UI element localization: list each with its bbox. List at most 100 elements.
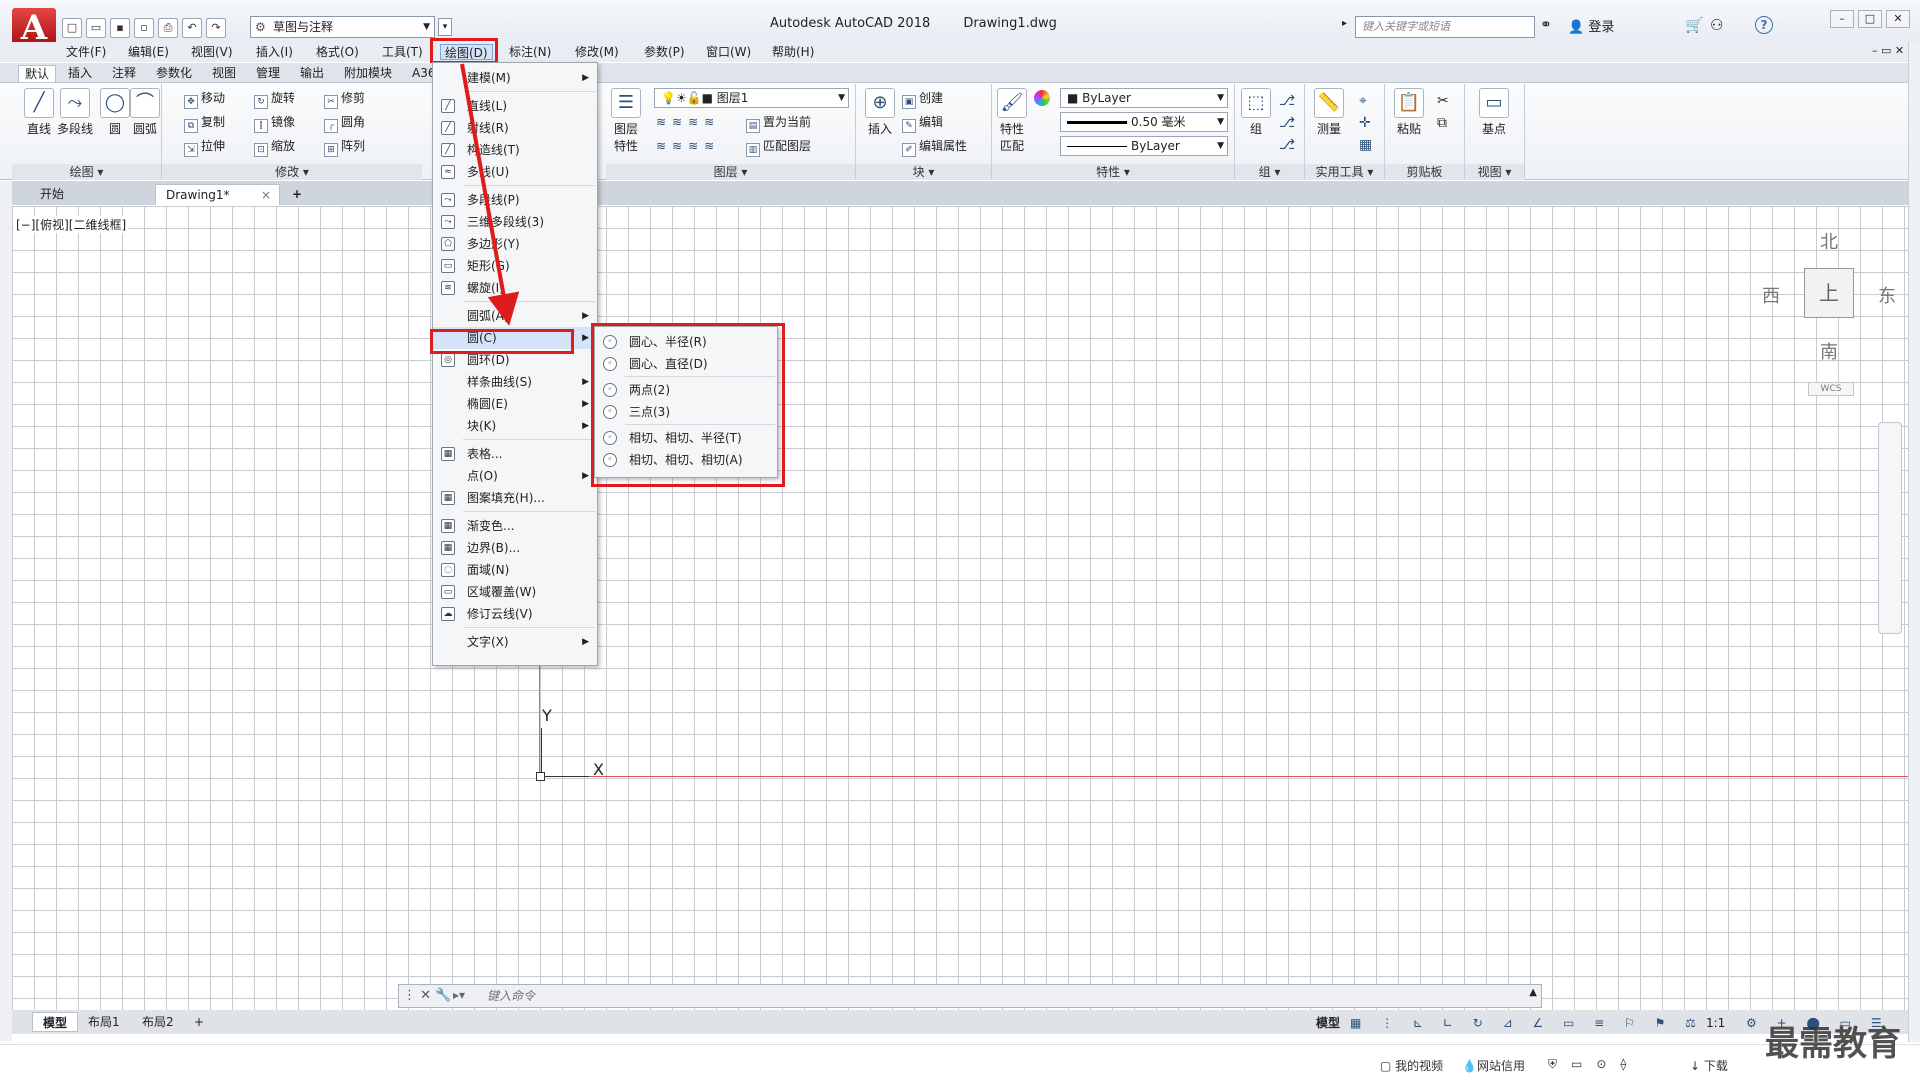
- lineweight-dropdown[interactable]: 0.50 毫米 ▼: [1060, 112, 1228, 132]
- add-tab-button[interactable]: +: [286, 184, 308, 205]
- open-file-icon[interactable]: ▭: [86, 18, 106, 38]
- viewcube[interactable]: 北 西 东 南 上 WCS: [1760, 224, 1896, 404]
- properties-panel-label[interactable]: 特性 ▾: [992, 164, 1234, 180]
- trim-button[interactable]: ✂ 修剪: [324, 88, 365, 109]
- maximize-button[interactable]: □: [1858, 10, 1882, 28]
- edit-attributes-button[interactable]: ✐ 编辑属性: [902, 136, 967, 157]
- stretch-button[interactable]: ⇲ 拉伸: [184, 136, 225, 157]
- draw-menu-item-block[interactable]: 块(K) ▶: [433, 415, 597, 437]
- draw-menu-item-3d-polyline[interactable]: ⤳ 三维多段线(3): [433, 211, 597, 233]
- ribbon-tab-insert[interactable]: 插入: [62, 65, 98, 81]
- edit-block-button[interactable]: ✎ 编辑: [902, 112, 943, 133]
- array-button[interactable]: ⊞ 阵列: [324, 136, 365, 157]
- ribbon-tab-home[interactable]: 默认: [18, 65, 57, 82]
- utilities-panel-label[interactable]: 实用工具 ▾: [1305, 164, 1384, 180]
- redo-icon[interactable]: ↷: [206, 18, 226, 38]
- tab-add-layout[interactable]: +: [184, 1012, 214, 1032]
- mirror-button[interactable]: ⫿ 镜像: [254, 112, 295, 133]
- menu-file[interactable]: 文件(F): [62, 44, 110, 60]
- draw-panel-label[interactable]: 绘图 ▾: [12, 164, 161, 180]
- help-icon[interactable]: ?: [1755, 16, 1773, 34]
- customize-qat-button[interactable]: ▾: [438, 18, 452, 36]
- browser-tool-icons[interactable]: ⛨▭⊙⟠: [1548, 1057, 1640, 1072]
- arc-button[interactable]: ⌒ 圆弧: [128, 88, 162, 137]
- model-space-button[interactable]: 模型: [1316, 1012, 1340, 1034]
- layer-tools-row-2[interactable]: ≋≋≋≋: [656, 136, 720, 156]
- ribbon-tab-view[interactable]: 视图: [206, 65, 242, 81]
- set-current-layer-button[interactable]: ▤ 置为当前: [746, 112, 811, 133]
- utility-tools-icons[interactable]: ⌖ ✛ ▦: [1359, 90, 1372, 156]
- command-line-tools-icons[interactable]: ⋮ ✕ 🔧: [403, 988, 451, 1003]
- minimize-button[interactable]: –: [1830, 10, 1854, 28]
- drawing-canvas[interactable]: [12, 206, 1908, 1010]
- menu-dimension[interactable]: 标注(N): [505, 44, 555, 60]
- viewcube-east[interactable]: 东: [1878, 282, 1896, 308]
- login-button[interactable]: 👤 登录: [1568, 16, 1614, 35]
- ribbon-tab-manage[interactable]: 管理: [250, 65, 286, 81]
- draw-menu-item-region[interactable]: ◌ 面域(N): [433, 559, 597, 581]
- block-panel-label[interactable]: 块 ▾: [856, 164, 991, 180]
- groups-panel-label[interactable]: 组 ▾: [1235, 164, 1304, 180]
- draw-menu-item-hatch[interactable]: ▦ 图案填充(H)...: [433, 487, 597, 509]
- draw-menu-item-rectangle[interactable]: ▭ 矩形(G): [433, 255, 597, 277]
- command-input[interactable]: [487, 987, 1527, 1005]
- search-input[interactable]: 键入关键字或短语: [1355, 16, 1535, 38]
- menu-format[interactable]: 格式(O): [312, 44, 363, 60]
- menu-insert[interactable]: 插入(I): [252, 44, 297, 60]
- search-expand-icon[interactable]: ▸: [1342, 18, 1347, 29]
- view-panel-label[interactable]: 视图 ▾: [1465, 164, 1524, 180]
- ribbon-tab-addins[interactable]: 附加模块: [338, 65, 398, 81]
- workspace-selector[interactable]: ⚙ 草图与注释 ▼: [250, 16, 435, 38]
- close-button[interactable]: ✕: [1886, 10, 1910, 28]
- draw-menu-item-polyline[interactable]: ⤳ 多段线(P): [433, 189, 597, 211]
- rotate-button[interactable]: ↻ 旋转: [254, 88, 295, 109]
- group-tools-icons[interactable]: ⎇ ⎇ ⎇: [1279, 90, 1295, 156]
- draw-menu-item-point[interactable]: 点(O) ▶: [433, 465, 597, 487]
- insert-block-button[interactable]: ⊕ 插入: [860, 88, 900, 137]
- command-history-button[interactable]: ▲: [1529, 987, 1537, 998]
- menu-view[interactable]: 视图(V): [187, 44, 237, 60]
- base-view-button[interactable]: ▭ 基点: [1471, 88, 1517, 137]
- doc-window-controls[interactable]: – ▭ ✕: [1872, 44, 1904, 57]
- draw-menu-item-multiline[interactable]: ≈ 多线(U): [433, 161, 597, 183]
- layer-properties-button[interactable]: ☰ 图层 特性: [606, 88, 646, 154]
- draw-menu-item-line[interactable]: ╱ 直线(L): [433, 95, 597, 117]
- save-icon[interactable]: ▪: [110, 18, 130, 38]
- scale-button[interactable]: ⊡ 缩放: [254, 136, 295, 157]
- my-video-link[interactable]: ▢ 我的视频: [1380, 1057, 1443, 1074]
- copy-button[interactable]: ⧉ 复制: [184, 112, 225, 133]
- measure-button[interactable]: 📏 测量: [1309, 88, 1349, 137]
- close-tab-icon[interactable]: ×: [261, 185, 271, 205]
- menu-modify[interactable]: 修改(M): [571, 44, 623, 60]
- wcs-menu[interactable]: WCS: [1808, 382, 1854, 396]
- tab-model[interactable]: 模型: [32, 1012, 79, 1032]
- menu-help[interactable]: 帮助(H): [768, 44, 818, 60]
- ribbon-tab-output[interactable]: 输出: [294, 65, 330, 81]
- undo-icon[interactable]: ↶: [182, 18, 202, 38]
- match-layer-button[interactable]: ▥ 匹配图层: [746, 136, 811, 157]
- autodesk-a360-icon[interactable]: ⚇: [1710, 16, 1723, 34]
- draw-menu-item-wipeout[interactable]: ▭ 区域覆盖(W): [433, 581, 597, 603]
- save-as-icon[interactable]: ▫: [134, 18, 154, 38]
- viewcube-top-face[interactable]: 上: [1804, 268, 1854, 318]
- navigation-bar[interactable]: [1878, 422, 1902, 634]
- draw-menu-item-text[interactable]: 文字(X) ▶: [433, 631, 597, 653]
- viewcube-west[interactable]: 西: [1762, 282, 1780, 308]
- menu-parametric[interactable]: 参数(P): [640, 44, 689, 60]
- cut-copy-icons[interactable]: ✂ ⧉: [1437, 90, 1449, 134]
- layer-dropdown[interactable]: 💡☀🔓■ 图层1 ▼: [654, 88, 849, 108]
- match-properties-button[interactable]: 🖌 特性 匹配: [994, 88, 1030, 154]
- menu-tools[interactable]: 工具(T): [378, 44, 427, 60]
- draw-menu-item-arc[interactable]: 圆弧(A) ▶: [433, 305, 597, 327]
- color-dropdown[interactable]: ■ ByLayer ▼: [1060, 88, 1228, 108]
- tab-layout2[interactable]: 布局2: [132, 1012, 184, 1032]
- draw-menu-item-revision-cloud[interactable]: ☁ 修订云线(V): [433, 603, 597, 625]
- tab-layout1[interactable]: 布局1: [78, 1012, 130, 1032]
- annotation-scale[interactable]: 1:1: [1706, 1012, 1725, 1034]
- draw-menu-item-ray[interactable]: ╱ 射线(R): [433, 117, 597, 139]
- draw-menu-item-ellipse[interactable]: 椭圆(E) ▶: [433, 393, 597, 415]
- menu-edit[interactable]: 编辑(E): [124, 44, 173, 60]
- draw-menu-item-table[interactable]: ▦ 表格...: [433, 443, 597, 465]
- color-wheel-icon[interactable]: [1034, 90, 1050, 106]
- viewcube-north[interactable]: 北: [1820, 228, 1838, 254]
